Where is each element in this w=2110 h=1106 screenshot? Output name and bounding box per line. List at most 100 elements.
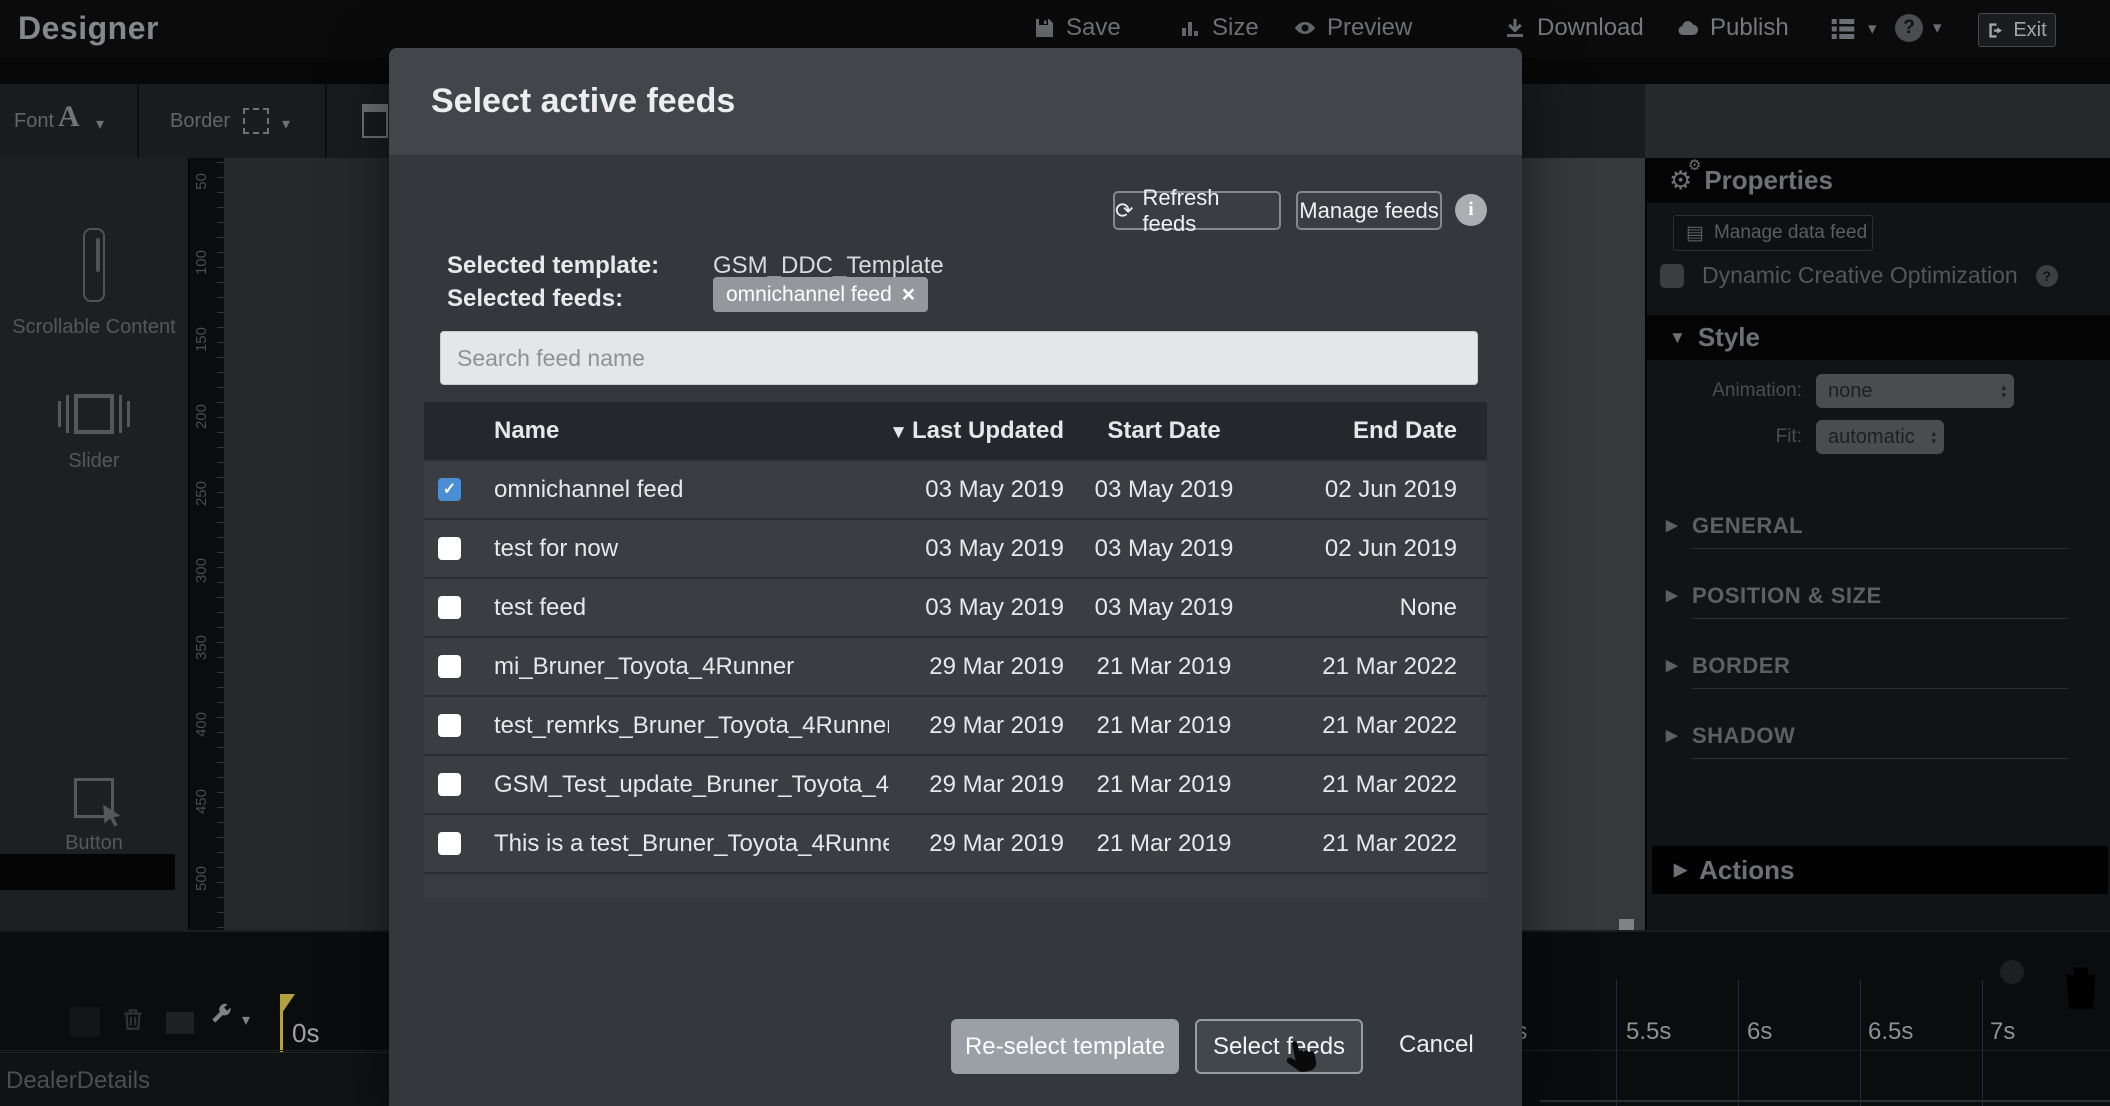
dco-label: Dynamic Creative Optimization xyxy=(1702,262,2018,289)
start-date-cell: 21 Mar 2019 xyxy=(1074,771,1254,799)
style-section-header[interactable]: ▼ Style xyxy=(1647,315,2110,360)
table-icon: ▤ xyxy=(1686,222,1704,245)
chevron-down-icon[interactable]: ▾ xyxy=(282,114,290,134)
sidebar-selected-row[interactable] xyxy=(0,854,175,890)
section-position-size[interactable]: ▶ POSITION & SIZE xyxy=(1692,583,1882,609)
section-label: POSITION & SIZE xyxy=(1692,583,1882,608)
sidebar-item-button[interactable]: Button xyxy=(0,778,188,855)
exit-label: Exit xyxy=(2013,19,2046,42)
select-arrows-icon: ▴▾ xyxy=(2001,383,2006,399)
table-row[interactable]: This is a test_Bruner_Toyota_4Runner 29 … xyxy=(424,813,1487,872)
section-divider xyxy=(1692,618,2068,619)
layout-panel-icon[interactable] xyxy=(362,104,388,138)
section-shadow[interactable]: ▶ SHADOW xyxy=(1692,723,1795,749)
chevron-down-icon[interactable]: ▾ xyxy=(96,114,104,134)
reselect-template-button[interactable]: Re-select template xyxy=(951,1019,1179,1074)
refresh-feeds-label: Refresh feeds xyxy=(1142,185,1279,237)
save-button[interactable]: Save xyxy=(1032,14,1121,42)
row-checkbox[interactable] xyxy=(438,832,461,855)
row-checkbox[interactable] xyxy=(438,655,461,678)
size-icon xyxy=(1178,16,1202,40)
start-date-cell: 21 Mar 2019 xyxy=(1074,712,1254,740)
download-button[interactable]: Download xyxy=(1503,14,1644,42)
playhead-time-label: 0s xyxy=(292,1018,319,1049)
row-checkbox[interactable] xyxy=(438,537,461,560)
layers-menu-button[interactable]: ▾ xyxy=(1828,14,1877,44)
info-icon[interactable]: ? xyxy=(2036,265,2058,287)
cursor-arrow-icon xyxy=(97,801,127,831)
save-label: Save xyxy=(1066,14,1121,42)
sidebar-item-slider[interactable]: Slider xyxy=(0,394,188,473)
search-input[interactable] xyxy=(440,331,1478,385)
section-general[interactable]: ▶ GENERAL xyxy=(1692,513,1803,539)
dco-checkbox[interactable] xyxy=(1660,264,1684,288)
column-header-last-updated[interactable]: ▼Last Updated xyxy=(889,417,1074,445)
table-row[interactable]: GSM_Test_update_Bruner_Toyota_4... 29 Ma… xyxy=(424,754,1487,813)
select-active-feeds-dialog: Select active feeds ⟳ Refresh feeds Mana… xyxy=(389,48,1522,1106)
border-label: Border xyxy=(170,110,230,133)
table-row[interactable]: test_remrks_Bruner_Toyota_4Runner 29 Mar… xyxy=(424,695,1487,754)
refresh-icon: ⟳ xyxy=(1115,198,1133,224)
section-border[interactable]: ▶ BORDER xyxy=(1692,653,1790,679)
table-row[interactable]: test for now 03 May 2019 03 May 2019 02 … xyxy=(424,518,1487,577)
sidebar-item-label: Scrollable Content xyxy=(0,316,188,339)
triangle-down-icon: ▼ xyxy=(1669,328,1686,348)
manage-feeds-button[interactable]: Manage feeds xyxy=(1296,191,1442,230)
timeline-tick-label: 6.5s xyxy=(1868,1018,1913,1046)
end-date-cell: 21 Mar 2022 xyxy=(1254,771,1487,799)
timeline-tool-icon[interactable] xyxy=(166,1012,194,1034)
column-header-end-date[interactable]: End Date xyxy=(1254,417,1487,445)
ruler-label: 350 xyxy=(193,635,210,660)
column-header-name[interactable]: Name xyxy=(424,417,889,445)
preview-button[interactable]: Preview xyxy=(1293,14,1412,42)
row-checkbox[interactable] xyxy=(438,714,461,737)
actions-label: Actions xyxy=(1699,855,1794,886)
size-button[interactable]: Size xyxy=(1178,14,1259,42)
timeline-layer-label: DealerDetails xyxy=(6,1067,150,1095)
publish-button[interactable]: Publish xyxy=(1676,14,1789,42)
animation-select[interactable]: none ▴▾ xyxy=(1816,374,2014,408)
table-row[interactable]: ✓ omnichannel feed 03 May 2019 03 May 20… xyxy=(424,459,1487,518)
row-checkbox[interactable] xyxy=(438,596,461,619)
slider-icon xyxy=(0,394,188,434)
fit-select[interactable]: automatic ▴▾ xyxy=(1816,420,1944,454)
timeline-tool-icon[interactable] xyxy=(70,1007,100,1037)
start-date-cell: 03 May 2019 xyxy=(1074,535,1254,563)
row-checkbox[interactable]: ✓ xyxy=(438,478,461,501)
exit-button[interactable]: Exit xyxy=(1978,13,2056,47)
section-divider xyxy=(1692,758,2068,759)
cancel-button[interactable]: Cancel xyxy=(1399,1031,1474,1059)
table-row-partial xyxy=(424,872,1487,898)
column-header-start-date[interactable]: Start Date xyxy=(1074,417,1254,445)
fit-row: Fit: automatic ▴▾ xyxy=(1690,420,1944,454)
download-icon xyxy=(1503,16,1527,40)
manage-data-feed-button[interactable]: ▤ Manage data feed xyxy=(1673,215,1873,251)
refresh-feeds-button[interactable]: ⟳ Refresh feeds xyxy=(1113,191,1281,230)
table-header-row: Name ▼Last Updated Start Date End Date xyxy=(424,402,1487,459)
row-checkbox[interactable] xyxy=(438,773,461,796)
button-component-icon xyxy=(74,778,114,818)
table-row[interactable]: mi_Bruner_Toyota_4Runner 29 Mar 2019 21 … xyxy=(424,636,1487,695)
ruler-label: 250 xyxy=(193,481,210,506)
border-style-icon[interactable] xyxy=(243,108,269,134)
actions-section-header[interactable]: ▶ Actions xyxy=(1652,846,2108,894)
timeline-gridline xyxy=(1860,980,1861,1106)
end-date-cell: 21 Mar 2022 xyxy=(1254,653,1487,681)
ruler-label: 150 xyxy=(193,327,210,352)
chip-remove-icon[interactable]: × xyxy=(902,281,915,308)
trash-icon[interactable] xyxy=(2052,958,2110,1016)
info-icon[interactable]: i xyxy=(1455,194,1487,226)
font-picker[interactable]: A xyxy=(58,100,80,134)
feed-name-cell: test for now xyxy=(424,535,889,563)
chevron-down-icon[interactable]: ▾ xyxy=(242,1010,250,1030)
app-logo: Designer xyxy=(18,10,159,47)
sidebar-item-scrollable-content[interactable]: Scrollable Content xyxy=(0,228,188,339)
vertical-ruler: 50 100 150 200 250 300 350 400 450 500 xyxy=(188,158,224,930)
exit-icon xyxy=(1987,21,2006,40)
last-updated-cell: 29 Mar 2019 xyxy=(889,830,1074,858)
trash-icon[interactable] xyxy=(120,1006,146,1032)
table-row[interactable]: test feed 03 May 2019 03 May 2019 None xyxy=(424,577,1487,636)
help-menu-button[interactable]: ? ▾ xyxy=(1895,14,1942,42)
wrench-icon[interactable] xyxy=(206,1002,234,1030)
ruler-label: 200 xyxy=(193,404,210,429)
